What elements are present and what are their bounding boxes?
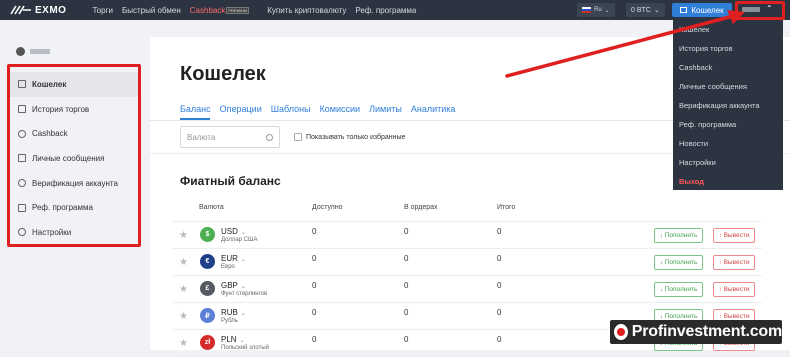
premium-badge: PREMIUM: [226, 6, 250, 14]
currency-name: Польский злотый: [221, 345, 270, 351]
dropdown-item-news[interactable]: Новости: [673, 134, 783, 153]
tab-limits[interactable]: Лимиты: [369, 104, 402, 114]
orders-value: 0: [404, 227, 409, 236]
deposit-button[interactable]: ↓ Пополнить: [654, 282, 703, 297]
column-header-available: Доступно: [312, 204, 343, 211]
nav-quick-exchange[interactable]: Быстрый обмен: [122, 6, 181, 15]
section-title: Фиатный баланс: [180, 174, 281, 188]
wallet-tabs: Баланс Операции Шаблоны Комиссии Лимиты …: [180, 104, 464, 114]
sidebar-user: [16, 47, 50, 56]
column-header-currency: Валюта: [199, 204, 224, 211]
chevron-down-icon: ⌄: [240, 311, 246, 317]
exmo-logo[interactable]: EXMO: [10, 5, 66, 16]
currency-coin-icon: £: [200, 281, 215, 296]
currency-name: Доллар США: [221, 237, 258, 243]
nav-referral[interactable]: Реф. программа: [355, 6, 416, 15]
available-value: 0: [312, 308, 317, 317]
withdraw-button[interactable]: ↑ Вывести: [713, 255, 755, 270]
favorite-star-icon[interactable]: ★: [179, 257, 188, 268]
currency-name: Рубль: [221, 318, 238, 324]
currency-coin-icon: zł: [200, 335, 215, 350]
dropdown-item-verification[interactable]: Верификация аккаунта: [673, 96, 783, 115]
watermark-logo-icon: [614, 324, 628, 340]
deposit-button[interactable]: ↓ Пополнить: [654, 255, 703, 270]
chevron-down-icon: ⌄: [239, 338, 245, 344]
currency-coin-icon: €: [200, 254, 215, 269]
orders-value: 0: [404, 254, 409, 263]
currency-name: Фунт стерлингов: [221, 291, 268, 297]
currency-code-label: GBP: [221, 281, 238, 290]
favorites-label: Показывать только избранные: [306, 133, 406, 141]
nav-buy-crypto[interactable]: Купить криптовалюту: [267, 6, 346, 15]
nav-cashback-label: Cashback: [189, 5, 226, 15]
tab-fees[interactable]: Комиссии: [320, 104, 361, 114]
available-value: 0: [312, 335, 317, 344]
favorites-checkbox[interactable]: [294, 133, 302, 141]
currency-code[interactable]: RUB ⌄: [221, 308, 246, 317]
page-title: Кошелек: [180, 63, 266, 85]
orders-value: 0: [404, 335, 409, 344]
tab-operations[interactable]: Операции: [220, 104, 262, 114]
table-row: ★ £ GBP ⌄ Фунт стерлингов 0 0 0 ↓ Пополнить ↑ Выв…: [172, 276, 762, 303]
chevron-down-icon: ⌄: [240, 230, 246, 236]
favorite-star-icon[interactable]: ★: [179, 338, 188, 349]
search-placeholder: Валюта: [187, 132, 216, 142]
annotation-highlight-box: [7, 64, 141, 247]
withdraw-button[interactable]: ↑ Вывести: [713, 282, 755, 297]
dropdown-item-referral[interactable]: Реф. программа: [673, 115, 783, 134]
total-value: 0: [497, 227, 502, 236]
currency-search-input[interactable]: Валюта: [180, 126, 280, 148]
orders-value: 0: [404, 308, 409, 317]
currency-code-label: PLN: [221, 335, 237, 344]
available-value: 0: [312, 227, 317, 236]
annotation-highlight-box: [735, 1, 785, 20]
currency-code-label: RUB: [221, 308, 238, 317]
column-header-total: Итого: [497, 204, 516, 211]
dropdown-item-logout[interactable]: Выход: [673, 172, 783, 191]
column-header-orders: В ордерах: [404, 204, 438, 211]
nav-trade[interactable]: Торги: [92, 6, 113, 15]
dropdown-item-settings[interactable]: Настройки: [673, 153, 783, 172]
favorite-star-icon[interactable]: ★: [179, 230, 188, 241]
table-row: ★ $ USD ⌄ Доллар США 0 0 0 ↓ Пополнить ↑ Вывести: [172, 222, 762, 249]
total-value: 0: [497, 281, 502, 290]
nav-cashback[interactable]: Cashback PREMIUM: [190, 6, 258, 15]
user-icon: [16, 47, 25, 56]
currency-code-label: EUR: [221, 254, 238, 263]
tab-templates[interactable]: Шаблоны: [271, 104, 311, 114]
main-nav: Торги Быстрый обмен Cashback PREMIUM Купи…: [92, 6, 425, 15]
total-value: 0: [497, 308, 502, 317]
currency-name: Евро: [221, 264, 235, 270]
search-icon: [266, 133, 273, 141]
chevron-down-icon: ⌄: [240, 284, 246, 290]
user-name-blurred: [30, 49, 50, 54]
currency-code[interactable]: GBP ⌄: [221, 281, 246, 290]
total-value: 0: [497, 335, 502, 344]
withdraw-button[interactable]: ↑ Вывести: [713, 228, 755, 243]
orders-value: 0: [404, 281, 409, 290]
currency-coin-icon: ₽: [200, 308, 215, 323]
deposit-button[interactable]: ↓ Пополнить: [654, 228, 703, 243]
available-value: 0: [312, 254, 317, 263]
favorite-star-icon[interactable]: ★: [179, 284, 188, 295]
exmo-logo-icon: [10, 5, 31, 15]
currency-code[interactable]: PLN ⌄: [221, 335, 245, 344]
favorite-star-icon[interactable]: ★: [179, 311, 188, 322]
currency-coin-icon: $: [200, 227, 215, 242]
brand-name: EXMO: [35, 4, 67, 16]
table-row: ★ € EUR ⌄ Евро 0 0 0 ↓ Пополнить ↑ Вывести: [172, 249, 762, 276]
total-value: 0: [497, 254, 502, 263]
available-value: 0: [312, 281, 317, 290]
tab-analytics[interactable]: Аналитика: [411, 104, 456, 114]
currency-code[interactable]: USD ⌄: [221, 227, 246, 236]
tab-balance[interactable]: Баланс: [180, 104, 211, 114]
watermark: Profinvestment.com: [610, 320, 782, 344]
currency-code-label: USD: [221, 227, 238, 236]
favorites-filter[interactable]: Показывать только избранные: [294, 133, 405, 141]
watermark-text: Profinvestment.com: [631, 323, 782, 340]
currency-code[interactable]: EUR ⌄: [221, 254, 246, 263]
chevron-down-icon: ⌄: [240, 257, 246, 263]
